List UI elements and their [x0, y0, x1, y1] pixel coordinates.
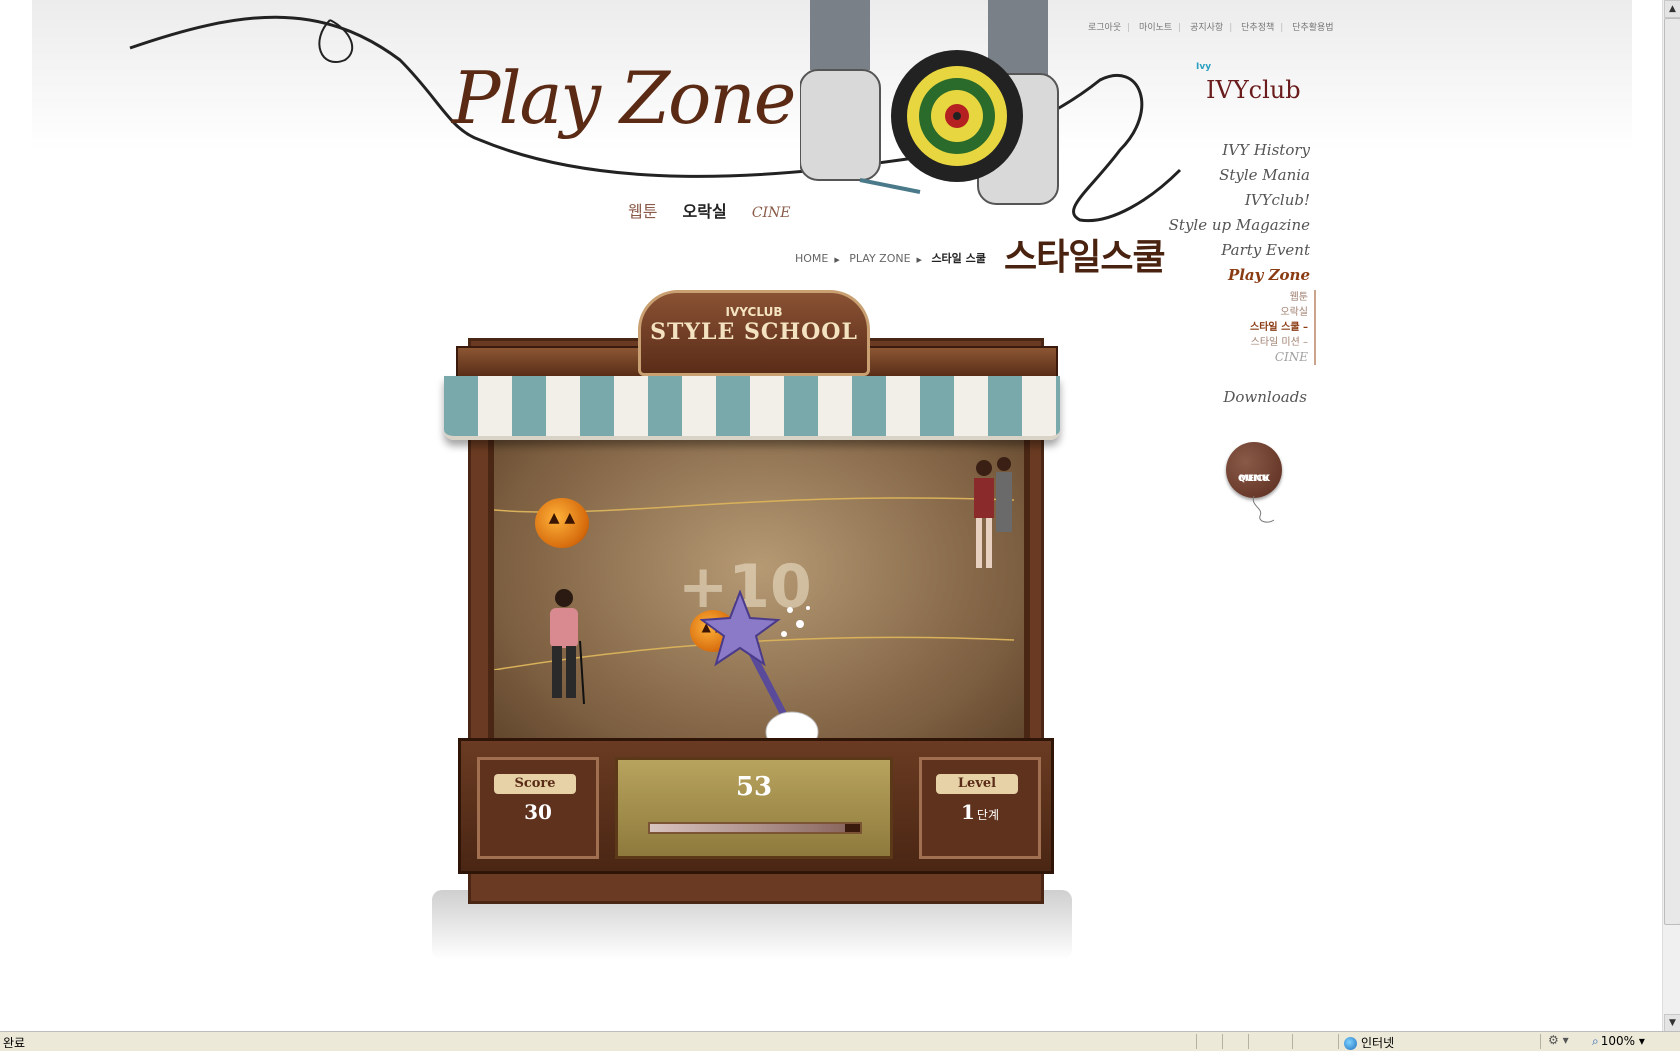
- vertical-scrollbar[interactable]: ▲ ▼: [1662, 0, 1680, 1032]
- status-divider: [1540, 1034, 1541, 1049]
- level-unit: 단계: [976, 808, 999, 822]
- nav-item-style-mania[interactable]: Style Mania: [1140, 163, 1310, 188]
- breadcrumb-arrow-icon: ▶: [916, 256, 922, 264]
- pumpkin-target[interactable]: ▲ ▲: [535, 498, 589, 548]
- scroll-thumb[interactable]: [1664, 18, 1680, 925]
- play-zone-quick-links: 웹툰 오락실 CINE: [628, 198, 811, 222]
- status-divider: [1248, 1034, 1249, 1049]
- protected-mode-icon[interactable]: ⚙ ▾: [1548, 1033, 1569, 1047]
- score-panel: Score 30: [477, 757, 599, 859]
- game-control-panel: Score 30 53 Level 1 단계: [458, 738, 1054, 874]
- subnav-webtoon[interactable]: 웹툰: [1210, 290, 1308, 305]
- scroll-down-arrow-icon[interactable]: ▼: [1664, 1014, 1680, 1032]
- magnifier-icon: ⌕: [1592, 1034, 1599, 1048]
- status-divider: [1338, 1034, 1339, 1049]
- nav-item-downloads[interactable]: Downloads: [1170, 388, 1307, 406]
- breadcrumb-arrow-icon: ▶: [834, 256, 840, 264]
- quick-menu-button[interactable]: QUICK MENU: [1226, 442, 1282, 498]
- subnav-style-school[interactable]: 스타일 스쿨 –: [1210, 320, 1308, 335]
- left-sneaker: [800, 69, 881, 181]
- breadcrumb-home[interactable]: HOME: [795, 252, 828, 265]
- logo-mark: Ivy: [1196, 62, 1212, 72]
- subnav-arcade[interactable]: 오락실: [1210, 305, 1308, 320]
- balloon-string-icon: [1252, 496, 1275, 523]
- status-divider: [1222, 1034, 1223, 1049]
- zoom-control[interactable]: ⌕ 100% ▾: [1592, 1034, 1645, 1049]
- striped-awning: [444, 376, 1060, 440]
- top-link-policy[interactable]: 단추정책: [1241, 20, 1274, 33]
- quick-link-cine[interactable]: CINE: [752, 205, 791, 221]
- timer-progress-fill: [650, 824, 846, 832]
- page-logo-title: Play Zone: [452, 56, 796, 140]
- top-link-logout[interactable]: 로그아웃: [1088, 20, 1121, 33]
- level-panel: Level 1 단계: [919, 757, 1041, 859]
- status-text: 완료: [3, 1036, 26, 1050]
- nav-item-ivy-history[interactable]: IVY History: [1140, 138, 1310, 163]
- timer-progress-bar: [648, 822, 862, 834]
- breadcrumb: HOME ▶ PLAY ZONE ▶ 스타일 스쿨: [795, 250, 986, 266]
- two-girls-figure: [974, 457, 1012, 568]
- globe-icon: [1344, 1037, 1357, 1050]
- breadcrumb-section[interactable]: PLAY ZONE: [849, 252, 910, 265]
- breadcrumb-current: 스타일 스쿨: [931, 252, 986, 265]
- level-label: Level: [936, 774, 1018, 794]
- quick-link-arcade[interactable]: 오락실: [683, 202, 727, 221]
- top-link-usage[interactable]: 단추활용법: [1292, 20, 1333, 33]
- sign-subtitle: IVYCLUB: [725, 305, 783, 319]
- main-nav: IVY History Style Mania IVYclub! Style u…: [1140, 138, 1310, 288]
- score-value: 30: [524, 800, 552, 824]
- scroll-up-arrow-icon[interactable]: ▲: [1664, 0, 1680, 18]
- timer-value: 53: [735, 772, 773, 802]
- subnav-style-mission[interactable]: 스타일 미션 –: [1210, 335, 1308, 350]
- style-school-sign: IVYCLUB STYLE SCHOOL: [638, 290, 870, 376]
- left-leg: [810, 0, 870, 70]
- style-school-game[interactable]: +10 ▲ ▲ ▲ ▲ IVYCLUB STYLE SCHOOL Score 3…: [430, 290, 1080, 970]
- status-divider: [1292, 1034, 1293, 1049]
- logo-text: IVYclub: [1206, 76, 1301, 104]
- nav-item-style-up-magazine[interactable]: Style up Magazine: [1140, 213, 1310, 238]
- quick-menu-label: QUICK MENU: [1238, 474, 1270, 484]
- security-zone: 인터넷: [1344, 1034, 1394, 1051]
- nav-item-play-zone[interactable]: Play Zone: [1140, 263, 1310, 288]
- page-heading: 스타일스쿨: [1004, 237, 1166, 278]
- nav-item-party-event[interactable]: Party Event: [1140, 238, 1310, 263]
- score-label: Score: [494, 774, 576, 794]
- timer-panel: 53: [615, 757, 893, 859]
- dart: [859, 178, 921, 194]
- level-value: 1 단계: [960, 800, 999, 824]
- quick-link-webtoon[interactable]: 웹툰: [628, 202, 657, 221]
- dartboard-illustration: [800, 0, 1059, 205]
- top-link-mynote[interactable]: 마이노트: [1139, 20, 1172, 33]
- subnav-cine[interactable]: CINE: [1210, 350, 1308, 365]
- sign-title: STYLE SCHOOL: [650, 319, 858, 345]
- nav-item-ivyclub[interactable]: IVYclub!: [1140, 188, 1310, 213]
- top-link-notice[interactable]: 공지사항: [1190, 20, 1223, 33]
- status-divider: [1196, 1034, 1197, 1049]
- play-zone-subnav: 웹툰 오락실 스타일 스쿨 – 스타일 미션 – CINE: [1210, 290, 1316, 365]
- browser-status-bar: 완료 인터넷 ⚙ ▾ ⌕ 100% ▾: [0, 1031, 1680, 1051]
- man-in-pink-jacket: [550, 589, 585, 705]
- top-links: 로그아웃 | 마이노트 | 공지사항 | 단추정책 | 단추활용법: [1088, 20, 1334, 33]
